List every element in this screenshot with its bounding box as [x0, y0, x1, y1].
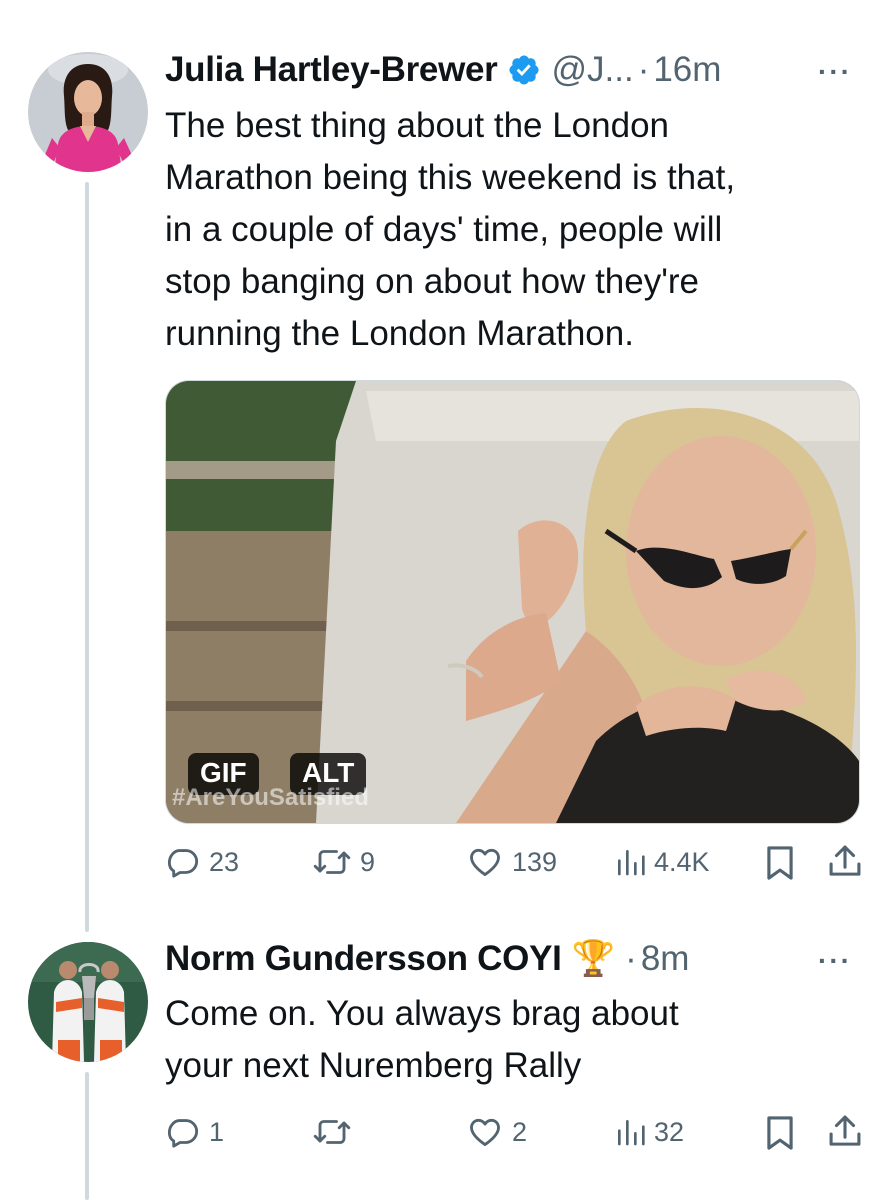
reply-button[interactable]: 23	[165, 844, 239, 880]
reply-icon	[167, 849, 199, 878]
views-count: 32	[654, 1116, 685, 1147]
like-button[interactable]: 2	[466, 1114, 527, 1150]
repost-icon	[313, 850, 351, 874]
verified-badge-icon	[507, 53, 541, 87]
share-icon	[829, 845, 861, 876]
tweet-header: Julia Hartley-Brewer @J... · 16m	[165, 50, 721, 90]
timestamp[interactable]: 16m	[653, 50, 721, 90]
repost-icon	[313, 1120, 351, 1144]
views-chart-icon	[618, 850, 645, 876]
views-button[interactable]: 32	[614, 1114, 684, 1150]
tweet-text: Come on. You always brag about your next…	[165, 988, 679, 1092]
thread-line	[85, 1072, 89, 1200]
heart-icon	[470, 848, 500, 877]
repost-count: 9	[360, 846, 376, 877]
separator: ·	[625, 938, 637, 978]
tweet-header: Norm Gundersson COYI 🏆 · 8m	[165, 938, 689, 979]
tweet-text-line: stop banging on about how they're	[165, 262, 700, 301]
bookmark-icon	[767, 846, 793, 880]
separator: ·	[637, 50, 650, 89]
views-chart-icon	[618, 1120, 645, 1146]
views-count: 4.4K	[654, 846, 710, 877]
share-button[interactable]	[828, 842, 862, 880]
like-count: 139	[512, 846, 558, 877]
tweet-text: The best thing about the London Marathon…	[165, 100, 735, 360]
bookmark-button[interactable]	[764, 1114, 796, 1152]
like-count: 2	[512, 1116, 528, 1147]
display-name[interactable]: Julia Hartley-Brewer	[165, 50, 498, 90]
thread-line	[85, 182, 89, 932]
reply-count: 1	[209, 1116, 225, 1147]
timestamp[interactable]: 8m	[641, 939, 690, 979]
avatar[interactable]	[28, 942, 148, 1062]
like-button[interactable]: 139	[466, 844, 557, 880]
trophy-emoji: 🏆	[571, 939, 616, 978]
more-options-icon[interactable]: ···	[818, 945, 852, 977]
bookmark-icon	[767, 1116, 793, 1150]
repost-button[interactable]	[312, 1114, 360, 1150]
tweet-text-line: The best thing about the London	[165, 106, 670, 145]
tweet-text-line: running the London Marathon.	[165, 314, 634, 353]
user-handle[interactable]: @J...	[551, 50, 633, 90]
reply-count: 23	[209, 846, 240, 877]
bookmark-button[interactable]	[764, 844, 796, 882]
tweet-text-line: in a couple of days' time, people will	[165, 210, 723, 249]
more-options-icon[interactable]: ···	[818, 56, 852, 88]
tweet-text-line: Marathon being this weekend is that,	[165, 158, 736, 197]
gif-preview-image	[166, 381, 859, 823]
tweet-text-line: Come on. You always brag about	[165, 994, 679, 1033]
display-name[interactable]: Norm Gundersson COYI	[165, 939, 562, 979]
reply-icon	[167, 1119, 199, 1148]
avatar[interactable]	[28, 52, 148, 172]
heart-icon	[470, 1118, 500, 1147]
share-icon	[829, 1115, 861, 1146]
reply-button[interactable]: 1	[165, 1114, 224, 1150]
views-button[interactable]: 4.4K	[614, 844, 710, 880]
tweet-text-line: your next Nuremberg Rally	[165, 1046, 582, 1085]
gif-media[interactable]: GIF ALT	[165, 380, 860, 824]
repost-button[interactable]: 9	[312, 844, 375, 880]
gif-watermark: #AreYouSatisfied	[172, 784, 369, 811]
share-button[interactable]	[828, 1112, 862, 1150]
